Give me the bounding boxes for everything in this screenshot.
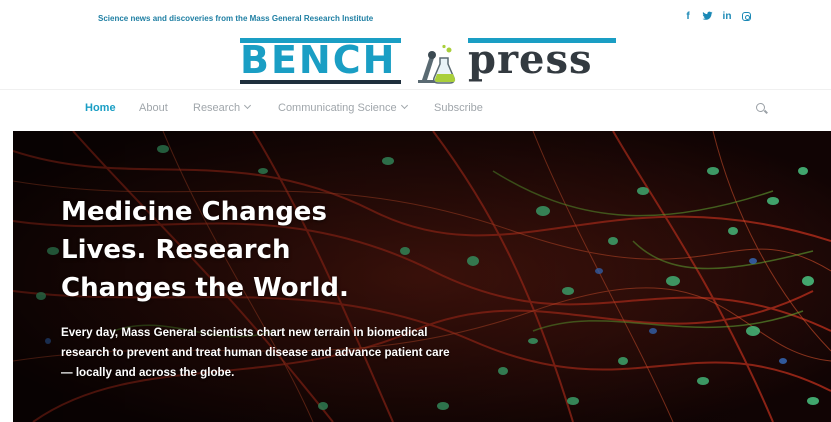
nav-item-about[interactable]: About [139, 102, 168, 114]
chevron-down-icon [244, 101, 252, 110]
microscope-flask-icon [418, 44, 456, 84]
twitter-icon[interactable] [701, 11, 713, 24]
nav-item-home[interactable]: Home [85, 102, 116, 114]
top-bar: Science news and discoveries from the Ma… [0, 0, 831, 34]
logo-word-press: press [468, 36, 593, 83]
nav-item-research-label: Research [193, 102, 241, 114]
facebook-icon[interactable]: f [682, 11, 694, 22]
hero-title: Medicine Changes Lives. Research Changes… [61, 197, 349, 303]
instagram-icon[interactable] [742, 12, 751, 21]
logo-word-bench: BENCH [240, 38, 397, 82]
site-tagline: Science news and discoveries from the Ma… [98, 14, 374, 23]
chevron-down-icon [400, 101, 408, 110]
logo-underline [240, 80, 401, 84]
nav-item-communicating-science-label: Communicating Science [278, 102, 397, 114]
hero-description: Every day, Mass General scientists chart… [61, 326, 450, 379]
linkedin-icon[interactable]: in [721, 11, 733, 22]
nav-item-subscribe[interactable]: Subscribe [434, 102, 483, 114]
nav-item-communicating-science[interactable]: Communicating Science [278, 101, 408, 114]
site-logo[interactable]: BENCH press [240, 38, 620, 86]
main-navigation: Home About Research Communicating Scienc… [0, 89, 831, 129]
hero-banner: Medicine Changes Lives. Research Changes… [13, 131, 831, 422]
nav-item-research[interactable]: Research [193, 101, 252, 114]
search-icon[interactable] [756, 103, 765, 112]
